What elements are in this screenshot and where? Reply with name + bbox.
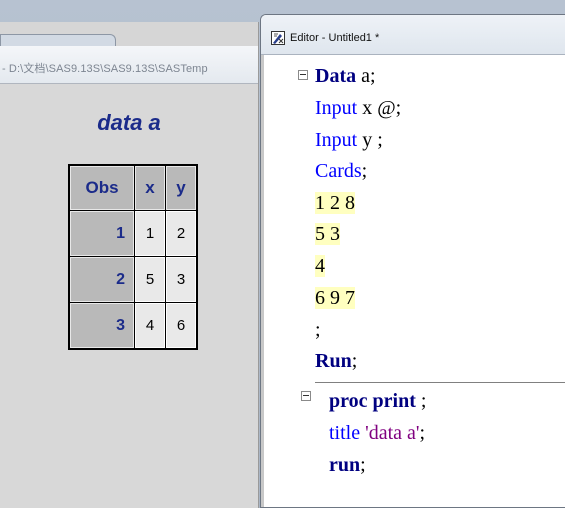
datalines-text: 5 3 bbox=[315, 223, 340, 245]
table-row: 3 4 6 bbox=[70, 303, 196, 348]
cell-x: 4 bbox=[135, 303, 165, 348]
code-keyword: Input bbox=[315, 97, 358, 119]
code-line[interactable]: 1 2 8 bbox=[315, 188, 355, 218]
code-keyword: run bbox=[329, 454, 361, 476]
editor-left-border bbox=[261, 55, 264, 507]
editor-titlebar[interactable]: Editor - Untitled1 * bbox=[261, 15, 565, 55]
column-header-obs: Obs bbox=[70, 166, 134, 210]
cell-y: 3 bbox=[166, 257, 196, 302]
code-text: ; bbox=[419, 422, 426, 444]
code-keyword: title bbox=[329, 422, 361, 444]
code-text: a; bbox=[356, 65, 376, 87]
code-keyword: Cards bbox=[315, 160, 362, 182]
datalines-text: 1 2 8 bbox=[315, 192, 355, 214]
code-line[interactable]: Input y ; bbox=[315, 125, 383, 155]
code-keyword: Run bbox=[315, 350, 352, 372]
sas-workspace: - D:\文档\SAS9.13S\SAS9.13S\SASTemp data a… bbox=[0, 0, 565, 508]
editor-window: Editor - Untitled1 * Data a; Input x @; … bbox=[260, 14, 565, 508]
code-line[interactable]: Cards; bbox=[315, 156, 367, 186]
code-line[interactable]: 6 9 7 bbox=[315, 283, 355, 313]
row-obs: 1 bbox=[70, 211, 134, 256]
code-line[interactable]: run; bbox=[329, 450, 366, 480]
fold-toggle-icon[interactable] bbox=[298, 70, 308, 80]
code-string: 'data a' bbox=[360, 422, 420, 444]
table-row: 1 1 2 bbox=[70, 211, 196, 256]
cell-y: 6 bbox=[166, 303, 196, 348]
code-text: ; bbox=[415, 390, 427, 412]
code-line[interactable]: 4 bbox=[315, 251, 325, 281]
code-keyword: proc print bbox=[329, 390, 416, 412]
table-row: 2 5 3 bbox=[70, 257, 196, 302]
results-window-titlebar[interactable]: - D:\文档\SAS9.13S\SAS9.13S\SASTemp bbox=[0, 46, 258, 84]
code-text: ; bbox=[361, 160, 368, 182]
editor-title: Editor - Untitled1 * bbox=[290, 32, 380, 44]
code-line[interactable]: 5 3 bbox=[315, 219, 340, 249]
row-obs: 3 bbox=[70, 303, 134, 348]
code-text: ; bbox=[315, 319, 321, 341]
code-line[interactable]: Input x @; bbox=[315, 93, 401, 123]
code-line[interactable]: ; bbox=[315, 315, 321, 345]
fold-toggle-icon[interactable] bbox=[301, 391, 311, 401]
code-text: ; bbox=[360, 454, 366, 476]
cell-x: 1 bbox=[135, 211, 165, 256]
code-keyword: Data bbox=[315, 65, 357, 87]
code-keyword: Input bbox=[315, 129, 358, 151]
cell-x: 5 bbox=[135, 257, 165, 302]
code-text: y ; bbox=[357, 129, 383, 151]
code-line[interactable]: Data a; bbox=[315, 61, 376, 91]
datalines-text: 4 bbox=[315, 255, 325, 277]
row-obs: 2 bbox=[70, 257, 134, 302]
code-editor[interactable]: Data a; Input x @; Input y ; Cards; 1 2 … bbox=[261, 55, 565, 507]
column-header-x: x bbox=[135, 166, 165, 210]
code-line[interactable]: title 'data a'; bbox=[329, 418, 425, 448]
code-text: ; bbox=[351, 350, 358, 372]
code-text: x @; bbox=[357, 97, 402, 119]
results-output-area: data a Obs x y 1 1 2 2 5 3 3 4 6 bbox=[0, 84, 258, 508]
results-viewer-window: - D:\文档\SAS9.13S\SAS9.13S\SASTemp data a… bbox=[0, 22, 259, 508]
cell-y: 2 bbox=[166, 211, 196, 256]
datalines-text: 6 9 7 bbox=[315, 287, 355, 309]
results-window-title: - D:\文档\SAS9.13S\SAS9.13S\SASTemp bbox=[2, 63, 208, 75]
output-table: Obs x y 1 1 2 2 5 3 3 4 6 bbox=[68, 164, 198, 350]
step-separator bbox=[315, 382, 565, 383]
code-line[interactable]: Run; bbox=[315, 346, 357, 376]
output-title: data a bbox=[97, 110, 161, 135]
column-header-y: y bbox=[166, 166, 196, 210]
editor-icon[interactable] bbox=[271, 31, 285, 45]
code-line[interactable]: proc print ; bbox=[329, 386, 426, 416]
